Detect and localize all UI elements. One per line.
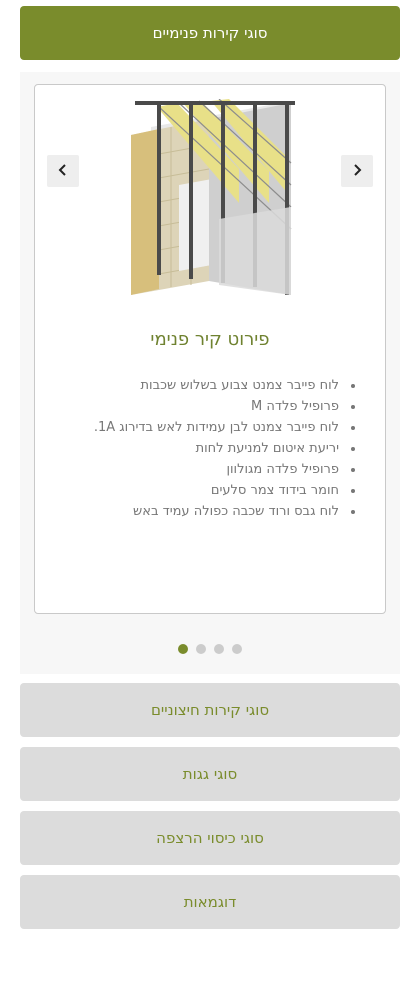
carousel-next-button[interactable]: [341, 155, 373, 187]
carousel-dot-3[interactable]: [214, 644, 224, 654]
slide-card: פירוט קיר פנימי לוח פייבר צמנט צבוע בשלו…: [34, 84, 386, 614]
list-item: יריעת איטום למניעת לחות: [41, 438, 341, 459]
carousel-dot-2[interactable]: [196, 644, 206, 654]
carousel-pagination: [20, 644, 400, 654]
tab-exterior-walls[interactable]: סוגי קירות חיצוניים: [20, 683, 400, 737]
tab-interior-walls[interactable]: סוגי קירות פנימיים: [20, 6, 400, 60]
slide-title: פירוט קיר פנימי: [150, 329, 270, 350]
list-item: פרופיל פלדה M: [41, 396, 341, 417]
tab-roofs[interactable]: סוגי גגות: [20, 747, 400, 801]
tab-examples[interactable]: דוגמאות: [20, 875, 400, 929]
tab-content-panel: פירוט קיר פנימי לוח פייבר צמנט צבוע בשלו…: [20, 72, 400, 674]
tab-floor-coverings[interactable]: סוגי כיסוי הרצפה: [20, 811, 400, 865]
carousel-prev-button[interactable]: [47, 155, 79, 187]
list-item: לוח פייבר צמנט צבוע בשלוש שכבות: [41, 375, 341, 396]
carousel-dot-1[interactable]: [178, 644, 188, 654]
feature-list: לוח פייבר צמנט צבוע בשלוש שכבות פרופיל פ…: [41, 375, 365, 522]
list-item: חומר בידוד צמר סלעים: [41, 480, 341, 501]
carousel-dot-4[interactable]: [232, 644, 242, 654]
chevron-right-icon: [351, 162, 363, 181]
list-item: פרופיל פלדה מגולוון: [41, 459, 341, 480]
list-item: לוח פייבר צמנט לבן עמידות לאש בדירוג 1A.: [41, 417, 341, 438]
list-item: לוח גבס ורוד שכבה כפולה עמיד באש: [41, 501, 341, 522]
wall-layers-image: [119, 98, 305, 299]
chevron-left-icon: [57, 162, 69, 181]
